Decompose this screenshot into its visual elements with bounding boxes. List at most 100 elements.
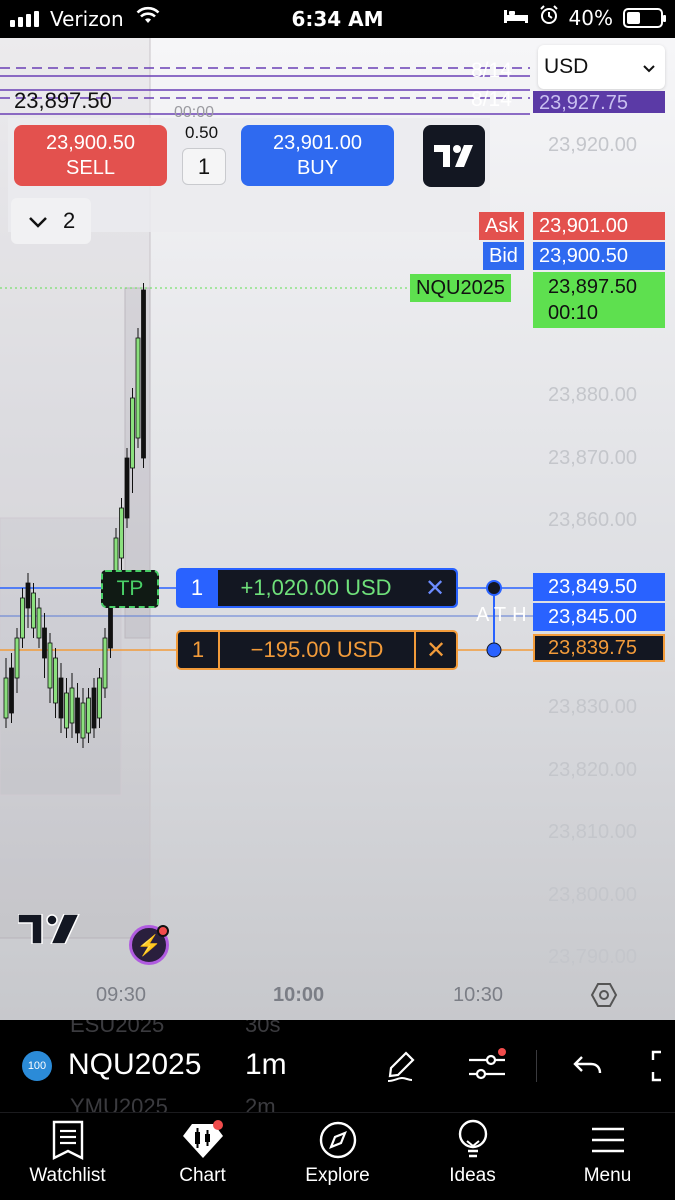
top-left-price: 23,897.50 — [14, 88, 112, 113]
bid-price-tag: 23,900.50 — [533, 242, 665, 270]
tab-label: Ideas — [449, 1165, 496, 1186]
chart-icon — [135, 1113, 270, 1167]
close-icon[interactable]: ✕ — [414, 632, 456, 668]
price-scale-label: 23,880.00 — [548, 384, 637, 406]
candle-body — [42, 627, 47, 659]
tab-chart[interactable]: Chart — [135, 1113, 270, 1200]
chart-settings-hexagon-icon[interactable] — [590, 981, 618, 1014]
ask-tag-label: Ask — [479, 212, 525, 240]
top-price-tag: 23,927.75 — [533, 91, 665, 113]
indicators-toggle-button[interactable]: 2 — [11, 198, 91, 244]
toolbar-divider — [536, 1050, 537, 1082]
tab-label: Chart — [179, 1165, 226, 1186]
candle-body — [141, 289, 146, 459]
candle-body — [130, 397, 135, 469]
candle-body — [91, 687, 97, 729]
tab-explore[interactable]: Explore — [270, 1113, 405, 1200]
candle-body — [47, 642, 53, 689]
take-profit-badge[interactable]: TP — [101, 570, 159, 608]
chevron-down-icon — [29, 208, 47, 234]
sl-price-tag: 23,839.75 — [533, 634, 665, 662]
candle-body — [58, 677, 64, 719]
tradingview-logo-button[interactable] — [423, 125, 485, 187]
buy-button[interactable]: 23,901.00 BUY — [241, 125, 394, 186]
ghost-symbol: ESU2025 — [70, 1020, 165, 1037]
battery-percent: 40% — [568, 5, 613, 30]
tab-label: Explore — [305, 1165, 370, 1186]
tab-label: Menu — [583, 1165, 632, 1186]
buy-price: 23,901.00 — [273, 132, 362, 154]
tab-label: Watchlist — [29, 1165, 106, 1186]
indicators-count: 2 — [63, 208, 76, 233]
tab-ideas[interactable]: Ideas — [405, 1113, 540, 1200]
last-price: 23,897.50 — [548, 276, 637, 298]
candle-body — [20, 597, 25, 639]
candle-body — [14, 637, 20, 679]
tradingview-logo-icon — [434, 145, 473, 167]
lightbulb-icon — [405, 1113, 540, 1167]
candle-body — [53, 657, 58, 704]
buy-label: BUY — [296, 157, 339, 179]
date-label: 8/14 — [471, 59, 512, 82]
battery-icon — [623, 7, 666, 28]
sleep-mode-icon — [503, 6, 529, 30]
take-profit-order-line[interactable]: 1 +1,020.00 USD ✕ — [176, 568, 458, 608]
ghost-interval: 30s — [245, 1020, 281, 1037]
symbol-selector[interactable]: NQU2025 — [68, 1048, 201, 1082]
candle-body — [64, 692, 69, 729]
bar-countdown: 00:10 — [548, 302, 599, 324]
candle-body — [9, 667, 14, 714]
currency-select[interactable]: USD — [538, 45, 665, 89]
sell-button[interactable]: 23,900.50 SELL — [14, 125, 167, 186]
time-axis-label: 10:30 — [453, 984, 504, 1006]
price-scale-label: 23,920.00 — [548, 134, 637, 156]
tradingview-watermark-icon — [17, 913, 81, 949]
ghost-symbol: YMU2025 — [70, 1094, 168, 1112]
time-axis-label: 10:00 — [273, 984, 325, 1006]
price-scale-label: 23,830.00 — [548, 696, 637, 718]
sl-order-pnl: −195.00 USD — [250, 637, 384, 662]
tab-watchlist[interactable]: Watchlist — [0, 1113, 135, 1200]
candle-body — [80, 702, 86, 739]
tp-drag-handle — [486, 580, 502, 596]
close-icon[interactable]: ✕ — [414, 570, 456, 606]
bid-tag-label: Bid — [483, 242, 524, 270]
price-scale-label: 23,820.00 — [548, 759, 637, 781]
interval-selector[interactable]: 1m — [245, 1048, 287, 1082]
candle-body — [3, 677, 9, 719]
tab-menu[interactable]: Menu — [540, 1113, 675, 1200]
price-scale-label: 23,870.00 — [548, 447, 637, 469]
price-scale-label: 23,800.00 — [548, 884, 637, 906]
candle-body — [86, 697, 91, 734]
candle-body — [69, 687, 75, 724]
sl-drag-handle — [486, 642, 502, 658]
candle-body — [75, 697, 80, 734]
chevron-down-icon — [643, 55, 655, 79]
candle-body — [102, 637, 108, 689]
candle-body — [97, 677, 102, 719]
sell-label: SELL — [66, 157, 115, 179]
tp-price-tag: 23,849.50 — [533, 573, 665, 601]
quantity-step: 0.50 — [185, 123, 219, 142]
quantity-input[interactable]: 1 — [182, 148, 226, 185]
price-scale-label: 23,860.00 — [548, 509, 637, 531]
ask-price-tag: 23,901.00 — [533, 212, 665, 240]
time-axis-label: 09:30 — [96, 984, 147, 1006]
ath-price-tag: 23,845.00 — [533, 603, 665, 631]
price-scale-label: 23,810.00 — [548, 821, 637, 843]
undo-icon[interactable] — [566, 1044, 610, 1088]
chart-area[interactable]: USD 8/14 8/14 23,897.50 00:00 23,927.75 … — [0, 38, 675, 1020]
tp-order-pnl: +1,020.00 USD — [218, 570, 414, 606]
last-price-tag: 23,897.50 00:10 — [533, 272, 665, 328]
symbol-tag: NQU2025 — [410, 274, 511, 302]
tp-order-qty: 1 — [190, 575, 204, 600]
candle-body — [31, 592, 36, 629]
settings-sliders-icon[interactable] — [465, 1044, 509, 1088]
stop-loss-order-line[interactable]: 1 −195.00 USD ✕ — [176, 630, 458, 670]
notification-dot — [157, 925, 169, 937]
candle-body — [135, 337, 141, 439]
status-bar: Verizon 6:34 AM 40% — [0, 0, 675, 38]
fullscreen-icon[interactable] — [645, 1044, 675, 1088]
pen-draw-icon[interactable] — [380, 1044, 424, 1088]
candle-body — [25, 582, 31, 609]
